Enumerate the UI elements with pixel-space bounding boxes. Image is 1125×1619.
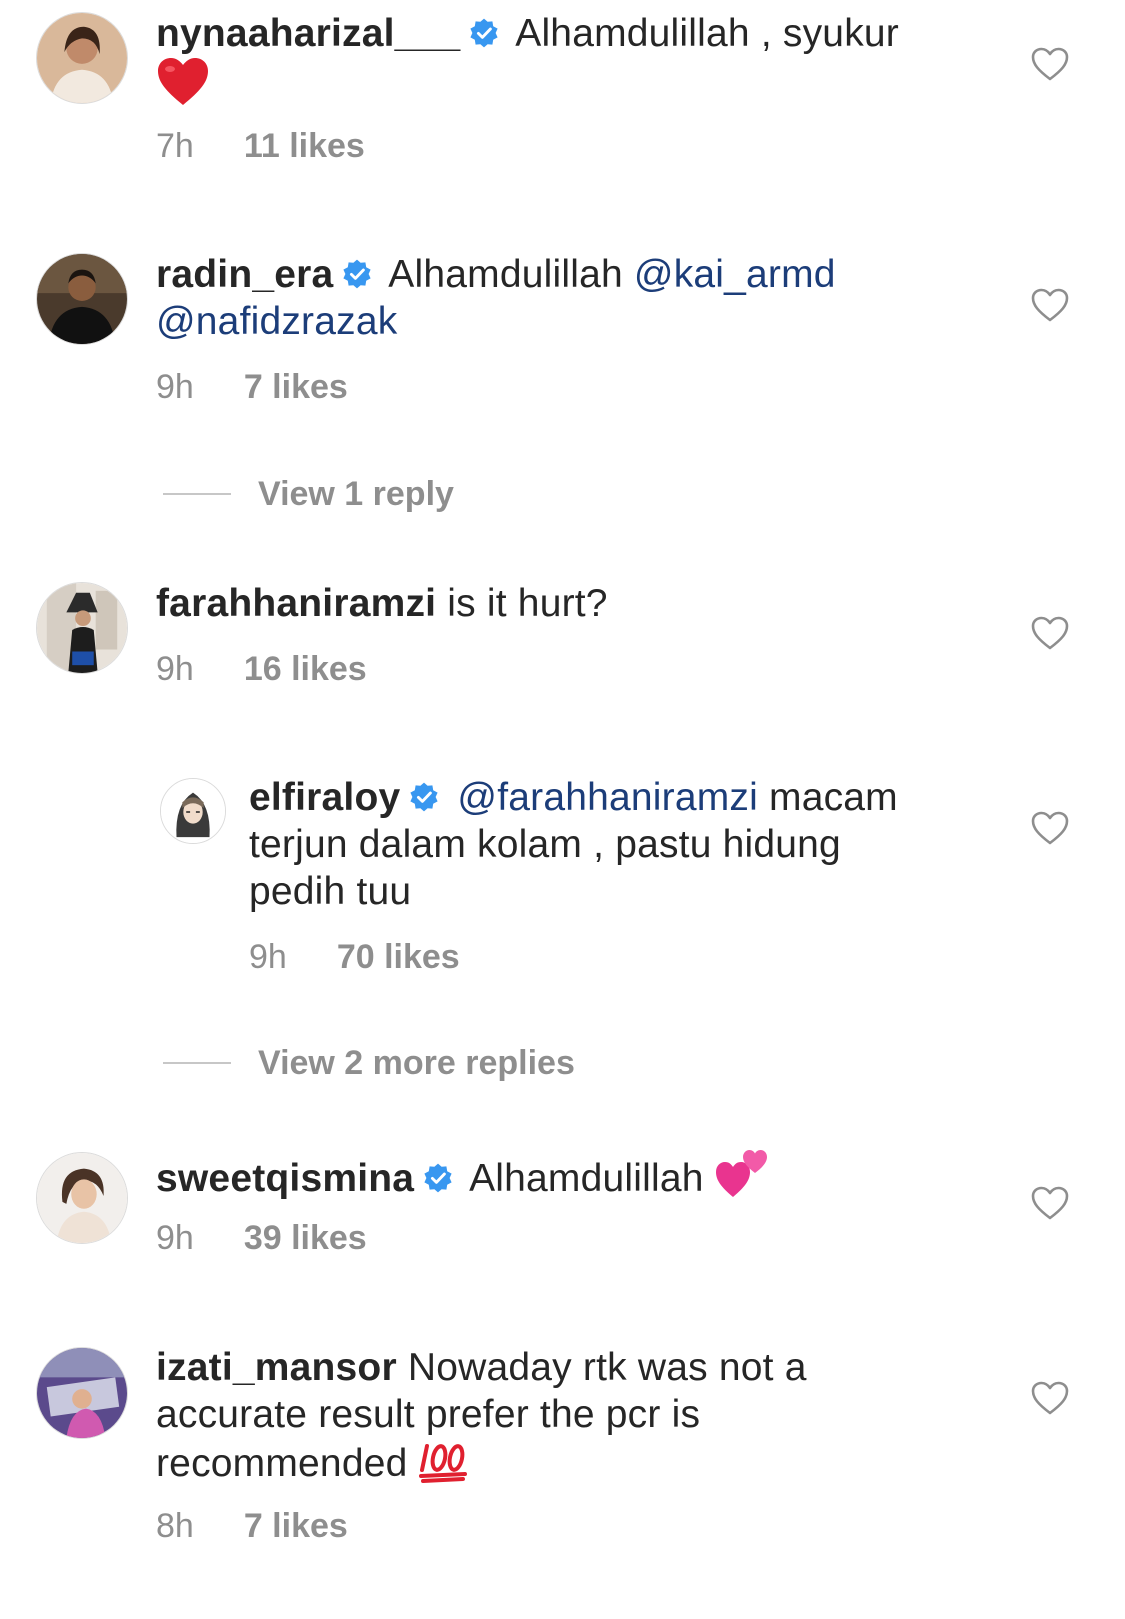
username[interactable]: nynaaharizal___ [156, 12, 460, 55]
comment-meta: 9h 16 likes [156, 649, 367, 689]
comment-body: Nowaday rtk was not a [407, 1346, 807, 1389]
comment-meta: 9h 7 likes [156, 367, 348, 407]
likes-count[interactable]: 16 likes [244, 650, 367, 688]
mention-link[interactable]: @farahhaniramzi [457, 776, 758, 819]
comment-text: izati_mansor Nowaday rtk was not a accur… [156, 1344, 976, 1495]
like-heart-icon[interactable] [1030, 1185, 1070, 1221]
comment-body: recommended [156, 1442, 408, 1485]
comment-text: nynaaharizal___ Alhamdulillah , syukur [156, 10, 976, 118]
timestamp: 7h [156, 127, 194, 165]
comment-meta: 8h 7 likes [156, 1506, 348, 1546]
verified-badge-icon [408, 777, 440, 812]
comment-text: radin_era Alhamdulillah @kai_armd @nafid… [156, 251, 976, 345]
likes-count[interactable]: 7 likes [244, 368, 348, 406]
timestamp: 8h [156, 1507, 194, 1545]
comment-body: accurate result prefer the pcr is [156, 1393, 701, 1436]
avatar[interactable] [36, 1152, 128, 1244]
comment-body: Alhamdulillah [388, 253, 623, 296]
divider-line [163, 1062, 231, 1064]
like-heart-icon[interactable] [1030, 1380, 1070, 1416]
two-hearts-emoji-icon [715, 1149, 769, 1210]
timestamp: 9h [156, 368, 194, 406]
comment-body: Alhamdulillah [469, 1157, 704, 1200]
comment-text: sweetqismina Alhamdulillah [156, 1149, 976, 1210]
avatar[interactable] [36, 253, 128, 345]
like-heart-icon[interactable] [1030, 287, 1070, 323]
avatar[interactable] [36, 12, 128, 104]
username[interactable]: elfiraloy [249, 776, 400, 819]
heart-emoji-icon [156, 57, 210, 118]
verified-badge-icon [468, 13, 500, 48]
mention-link[interactable]: @kai_armd [634, 253, 836, 296]
comment-body: terjun dalam kolam , pastu hidung [249, 823, 841, 866]
timestamp: 9h [156, 650, 194, 688]
timestamp: 9h [249, 938, 287, 976]
like-heart-icon[interactable] [1030, 46, 1070, 82]
likes-count[interactable]: 7 likes [244, 1507, 348, 1545]
avatar[interactable] [36, 582, 128, 674]
mention-link[interactable]: @nafidzrazak [156, 300, 397, 343]
like-heart-icon[interactable] [1030, 615, 1070, 651]
view-replies-label[interactable]: View 2 more replies [258, 1043, 575, 1083]
like-heart-icon[interactable] [1030, 810, 1070, 846]
username[interactable]: radin_era [156, 253, 333, 296]
divider-line [163, 493, 231, 495]
comment-body: macam [769, 776, 898, 819]
username[interactable]: farahhaniramzi [156, 582, 436, 625]
comment-body: pedih tuu [249, 870, 412, 913]
comment-body: Alhamdulillah , syukur [515, 12, 899, 55]
avatar[interactable] [36, 1347, 128, 1439]
verified-badge-icon [341, 254, 373, 289]
likes-count[interactable]: 11 likes [244, 127, 365, 165]
comment-meta: 9h 39 likes [156, 1218, 367, 1258]
comment-text: elfiraloy @farahhaniramzi macam terjun d… [249, 774, 979, 915]
username[interactable]: sweetqismina [156, 1157, 414, 1200]
comment-body: is it hurt? [447, 582, 608, 625]
likes-count[interactable]: 39 likes [244, 1219, 367, 1257]
likes-count[interactable]: 70 likes [337, 938, 460, 976]
comment-meta: 7h 11 likes [156, 126, 365, 166]
username[interactable]: izati_mansor [156, 1346, 397, 1389]
timestamp: 9h [156, 1219, 194, 1257]
hundred-points-emoji-icon [418, 1438, 469, 1495]
comment-text: farahhaniramzi is it hurt? [156, 580, 976, 627]
avatar[interactable] [160, 778, 226, 844]
comment-meta: 9h 70 likes [249, 937, 460, 977]
verified-badge-icon [422, 1158, 454, 1193]
view-replies-label[interactable]: View 1 reply [258, 474, 454, 514]
